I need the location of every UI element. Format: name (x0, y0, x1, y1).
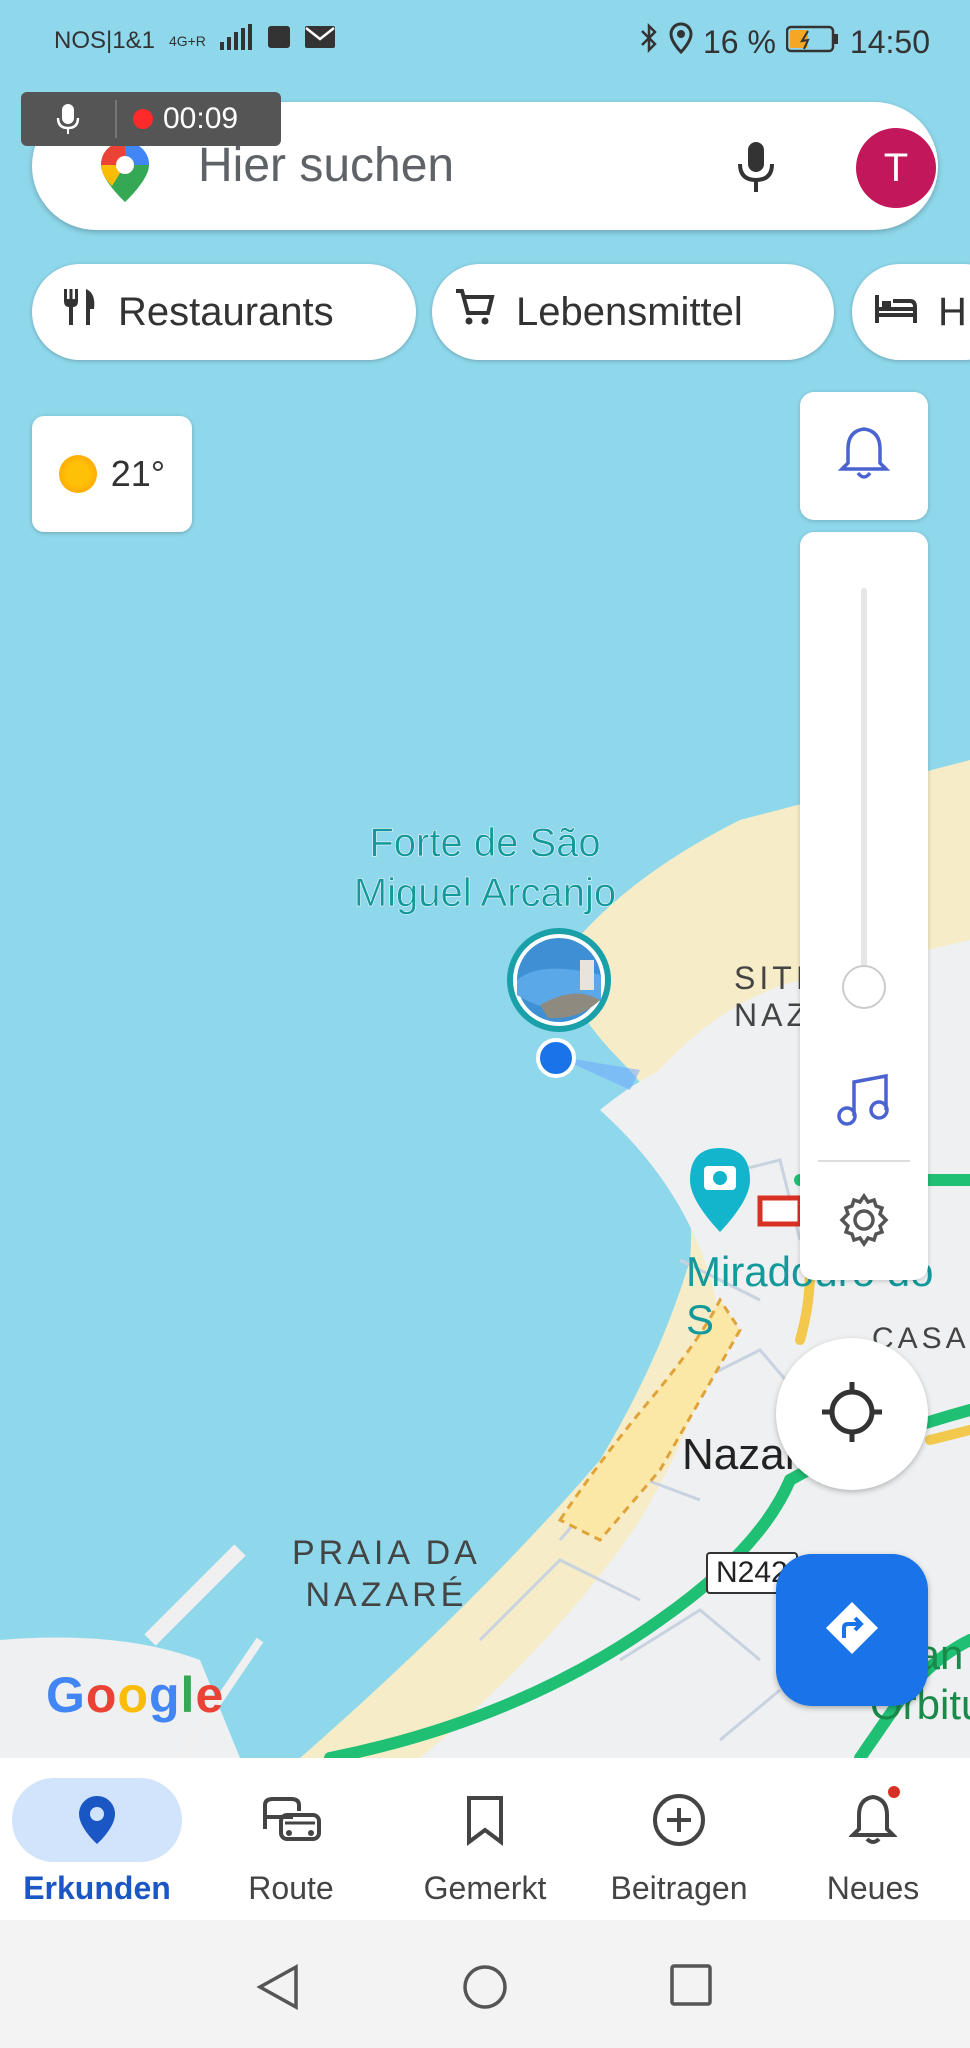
nav-tab-gemerkt-label: Gemerkt (423, 1870, 547, 1906)
nav-tab-neues[interactable]: Neues (776, 1758, 970, 1920)
nav-tab-route[interactable]: Route (194, 1758, 388, 1920)
notification-badge (886, 1784, 902, 1800)
nav-tab-neues-label: Neues (826, 1870, 920, 1906)
chip-hotels-label: H (938, 289, 967, 334)
directions-icon (822, 1598, 882, 1663)
volume-panel-divider (818, 1160, 910, 1162)
recording-mic-icon (21, 100, 117, 138)
status-bar-left: NOS|1&1 4G+R (54, 24, 336, 57)
poi-label-forte-line1: Forte de São (369, 821, 601, 866)
recents-icon[interactable] (670, 1964, 712, 2011)
weather-temperature: 21° (110, 453, 166, 494)
signal-icon (219, 24, 254, 57)
location-icon (669, 22, 693, 62)
carrier-label: NOS|1&1 (54, 26, 155, 54)
system-navigation-bar (0, 1920, 970, 2048)
google-logo: Google (46, 1667, 225, 1723)
chip-lebensmittel-label: Lebensmittel (516, 289, 743, 334)
chip-lebensmittel[interactable]: Lebensmittel (432, 264, 834, 360)
notification-bell-icon (788, 1778, 958, 1862)
battery-icon (785, 24, 840, 61)
status-bar: NOS|1&1 4G+R 16 % 14:50 (0, 0, 970, 84)
my-location-button[interactable] (776, 1338, 928, 1490)
chip-restaurants-label: Restaurants (118, 289, 334, 334)
commute-icon (206, 1778, 376, 1862)
chip-hotels[interactable]: H (852, 264, 970, 360)
volume-slider-thumb[interactable] (842, 965, 886, 1009)
chip-restaurants[interactable]: Restaurants (32, 264, 416, 360)
notification-square-icon (267, 26, 290, 55)
nav-tab-beitragen[interactable]: Beitragen (582, 1758, 776, 1920)
sun-icon (58, 455, 97, 493)
add-circle-icon (594, 1778, 764, 1862)
nav-tab-erkunden[interactable]: Erkunden (0, 1758, 194, 1920)
bookmark-icon (400, 1778, 570, 1862)
gear-icon[interactable] (836, 1192, 892, 1253)
nav-tab-route-label: Route (248, 1870, 334, 1906)
bed-icon (874, 290, 938, 335)
nav-tab-erkunden-label: Erkunden (23, 1870, 171, 1906)
clock: 14:50 (849, 23, 930, 60)
music-note-icon[interactable] (836, 1072, 892, 1133)
recording-dot-icon (133, 109, 153, 129)
poi-label-forte-line2: Miguel Arcanjo (353, 871, 617, 916)
recording-timer: 00:09 (163, 102, 239, 135)
mail-icon (304, 25, 336, 56)
home-icon[interactable] (462, 1964, 508, 2015)
network-type: 4G+R (168, 32, 206, 49)
bluetooth-icon (639, 22, 659, 62)
beach-label-praia-line2: NAZARÉ (305, 1576, 468, 1614)
cart-icon (454, 287, 516, 337)
volume-slider-track[interactable] (861, 588, 867, 1008)
crosshair-icon (820, 1380, 884, 1449)
google-maps-logo-icon (98, 140, 152, 209)
voice-search-mic-icon[interactable] (736, 140, 776, 199)
bottom-navigation: Erkunden Route Gemerkt Beitragen Neues (0, 1758, 970, 1920)
directions-button[interactable] (776, 1554, 928, 1706)
weather-widget[interactable]: 21° (32, 416, 192, 532)
back-icon[interactable] (256, 1964, 300, 2015)
account-avatar[interactable]: T (856, 128, 936, 208)
bell-icon (837, 425, 891, 488)
beach-label-praia-line1: PRAIA DA (292, 1534, 481, 1572)
restaurant-icon (60, 287, 118, 337)
beach-label-praia[interactable]: PRAIA DA NAZARÉ (292, 1532, 481, 1616)
nav-tab-beitragen-label: Beitragen (610, 1870, 748, 1906)
location-pin-icon (12, 1778, 182, 1862)
poi-label-forte[interactable]: Forte de São Miguel Arcanjo (330, 818, 640, 918)
screen-recording-indicator[interactable]: 00:09 (21, 92, 281, 146)
nav-tab-gemerkt[interactable]: Gemerkt (388, 1758, 582, 1920)
volume-panel (800, 532, 928, 1280)
search-input[interactable]: Hier suchen (198, 138, 454, 193)
battery-percent: 16 % (702, 23, 776, 60)
status-bar-right: 16 % 14:50 (639, 22, 930, 62)
ringer-mode-button[interactable] (800, 392, 928, 520)
